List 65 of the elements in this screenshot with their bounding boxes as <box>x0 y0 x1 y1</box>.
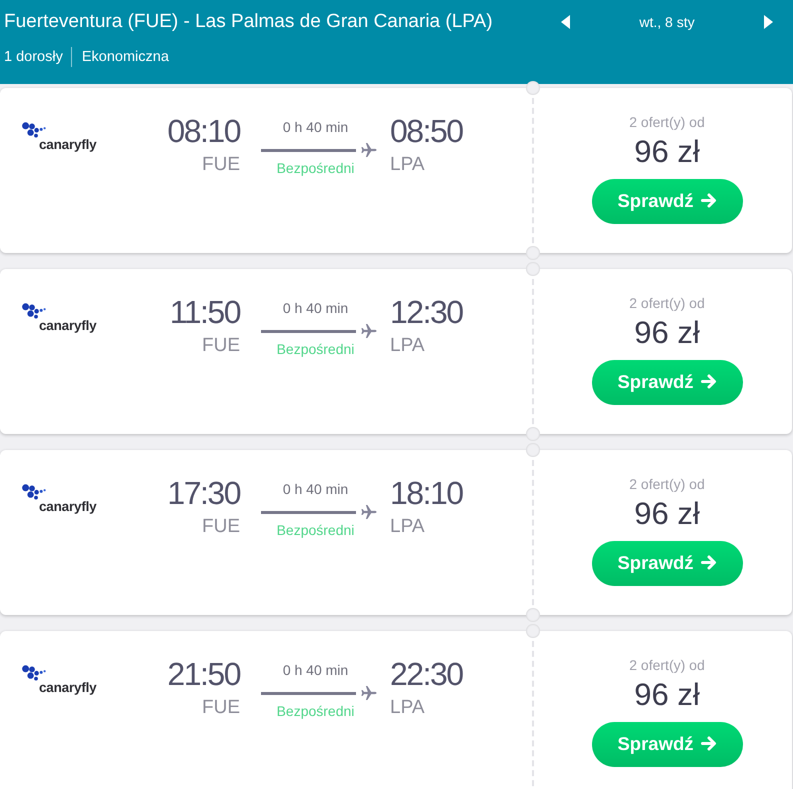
ticket-notch <box>526 624 540 638</box>
arrival-airport-code: LPA <box>390 335 425 357</box>
departure-airport-code: FUE <box>202 697 240 719</box>
arrival-time: 18:10 <box>390 475 463 511</box>
bubbles-logo-icon <box>22 122 46 139</box>
departure-time: 11:50 <box>170 294 240 330</box>
check-offer-button[interactable]: Sprawdź <box>592 179 742 224</box>
cabin-class: Ekonomiczna <box>82 48 169 67</box>
ticket-notch <box>526 246 540 260</box>
offers-count: 2 ofert(y) od <box>629 295 705 311</box>
airline-logo-text: canaryfly <box>39 501 96 513</box>
ticket-notch <box>526 443 540 457</box>
arrival-time: 12:30 <box>390 294 463 330</box>
airline-logo-text: canaryfly <box>39 320 96 332</box>
arrow-right-icon <box>700 193 717 208</box>
ticket-notch <box>526 427 540 441</box>
departure-time: 21:50 <box>167 656 240 692</box>
travel-date: wt., 8 sty <box>639 13 695 31</box>
stops-label: Bezpośredni <box>276 522 354 538</box>
ticket-notch <box>526 262 540 276</box>
bubbles-logo-icon <box>22 665 46 682</box>
arrival-time: 22:30 <box>390 656 463 692</box>
arrow-right-icon <box>700 736 717 751</box>
stops-label: Bezpośredni <box>276 160 354 176</box>
departure-airport-code: FUE <box>202 335 240 357</box>
route-title: Fuerteventura (FUE) - Las Palmas de Gran Canaria (LPA) <box>4 10 493 34</box>
price: 96 zł <box>634 134 700 170</box>
bubbles-logo-icon <box>22 484 46 501</box>
caret-left-icon[interactable] <box>561 15 570 29</box>
price: 96 zł <box>634 496 700 532</box>
departure-time: 08:10 <box>167 113 240 149</box>
flight-duration: 0 h 40 min <box>282 119 348 135</box>
arrival-airport-code: LPA <box>390 154 425 176</box>
arrival-time: 08:50 <box>390 113 463 149</box>
plane-icon <box>361 505 377 519</box>
ticket-notch <box>526 608 540 622</box>
airline-logo-text: canaryfly <box>39 682 96 694</box>
check-offer-button[interactable]: Sprawdź <box>592 722 742 767</box>
price: 96 zł <box>634 315 700 351</box>
arrival-airport-code: LPA <box>390 516 425 538</box>
departure-airport-code: FUE <box>202 516 240 538</box>
offers-count: 2 ofert(y) od <box>629 114 705 130</box>
price: 96 zł <box>634 677 700 713</box>
stops-label: Bezpośredni <box>276 341 354 357</box>
offers-count: 2 ofert(y) od <box>629 476 705 492</box>
flight-duration: 0 h 40 min <box>282 300 348 316</box>
check-offer-button[interactable]: Sprawdź <box>592 541 742 586</box>
departure-airport-code: FUE <box>202 154 240 176</box>
plane-icon <box>361 686 377 700</box>
arrow-right-icon <box>700 374 717 389</box>
passenger-count: 1 dorosły <box>4 48 63 67</box>
departure-time: 17:30 <box>167 475 240 511</box>
arrow-right-icon <box>700 555 717 570</box>
caret-right-icon[interactable] <box>764 15 773 29</box>
ticket-notch <box>526 81 540 95</box>
offers-count: 2 ofert(y) od <box>629 657 705 673</box>
stops-label: Bezpośredni <box>276 703 354 719</box>
flight-duration: 0 h 40 min <box>282 662 348 678</box>
bubbles-logo-icon <box>22 303 46 320</box>
airline-logo-text: canaryfly <box>39 139 96 151</box>
flight-duration: 0 h 40 min <box>282 481 348 497</box>
check-offer-button[interactable]: Sprawdź <box>592 360 742 405</box>
plane-icon <box>361 324 377 338</box>
plane-icon <box>361 143 377 157</box>
arrival-airport-code: LPA <box>390 697 425 719</box>
